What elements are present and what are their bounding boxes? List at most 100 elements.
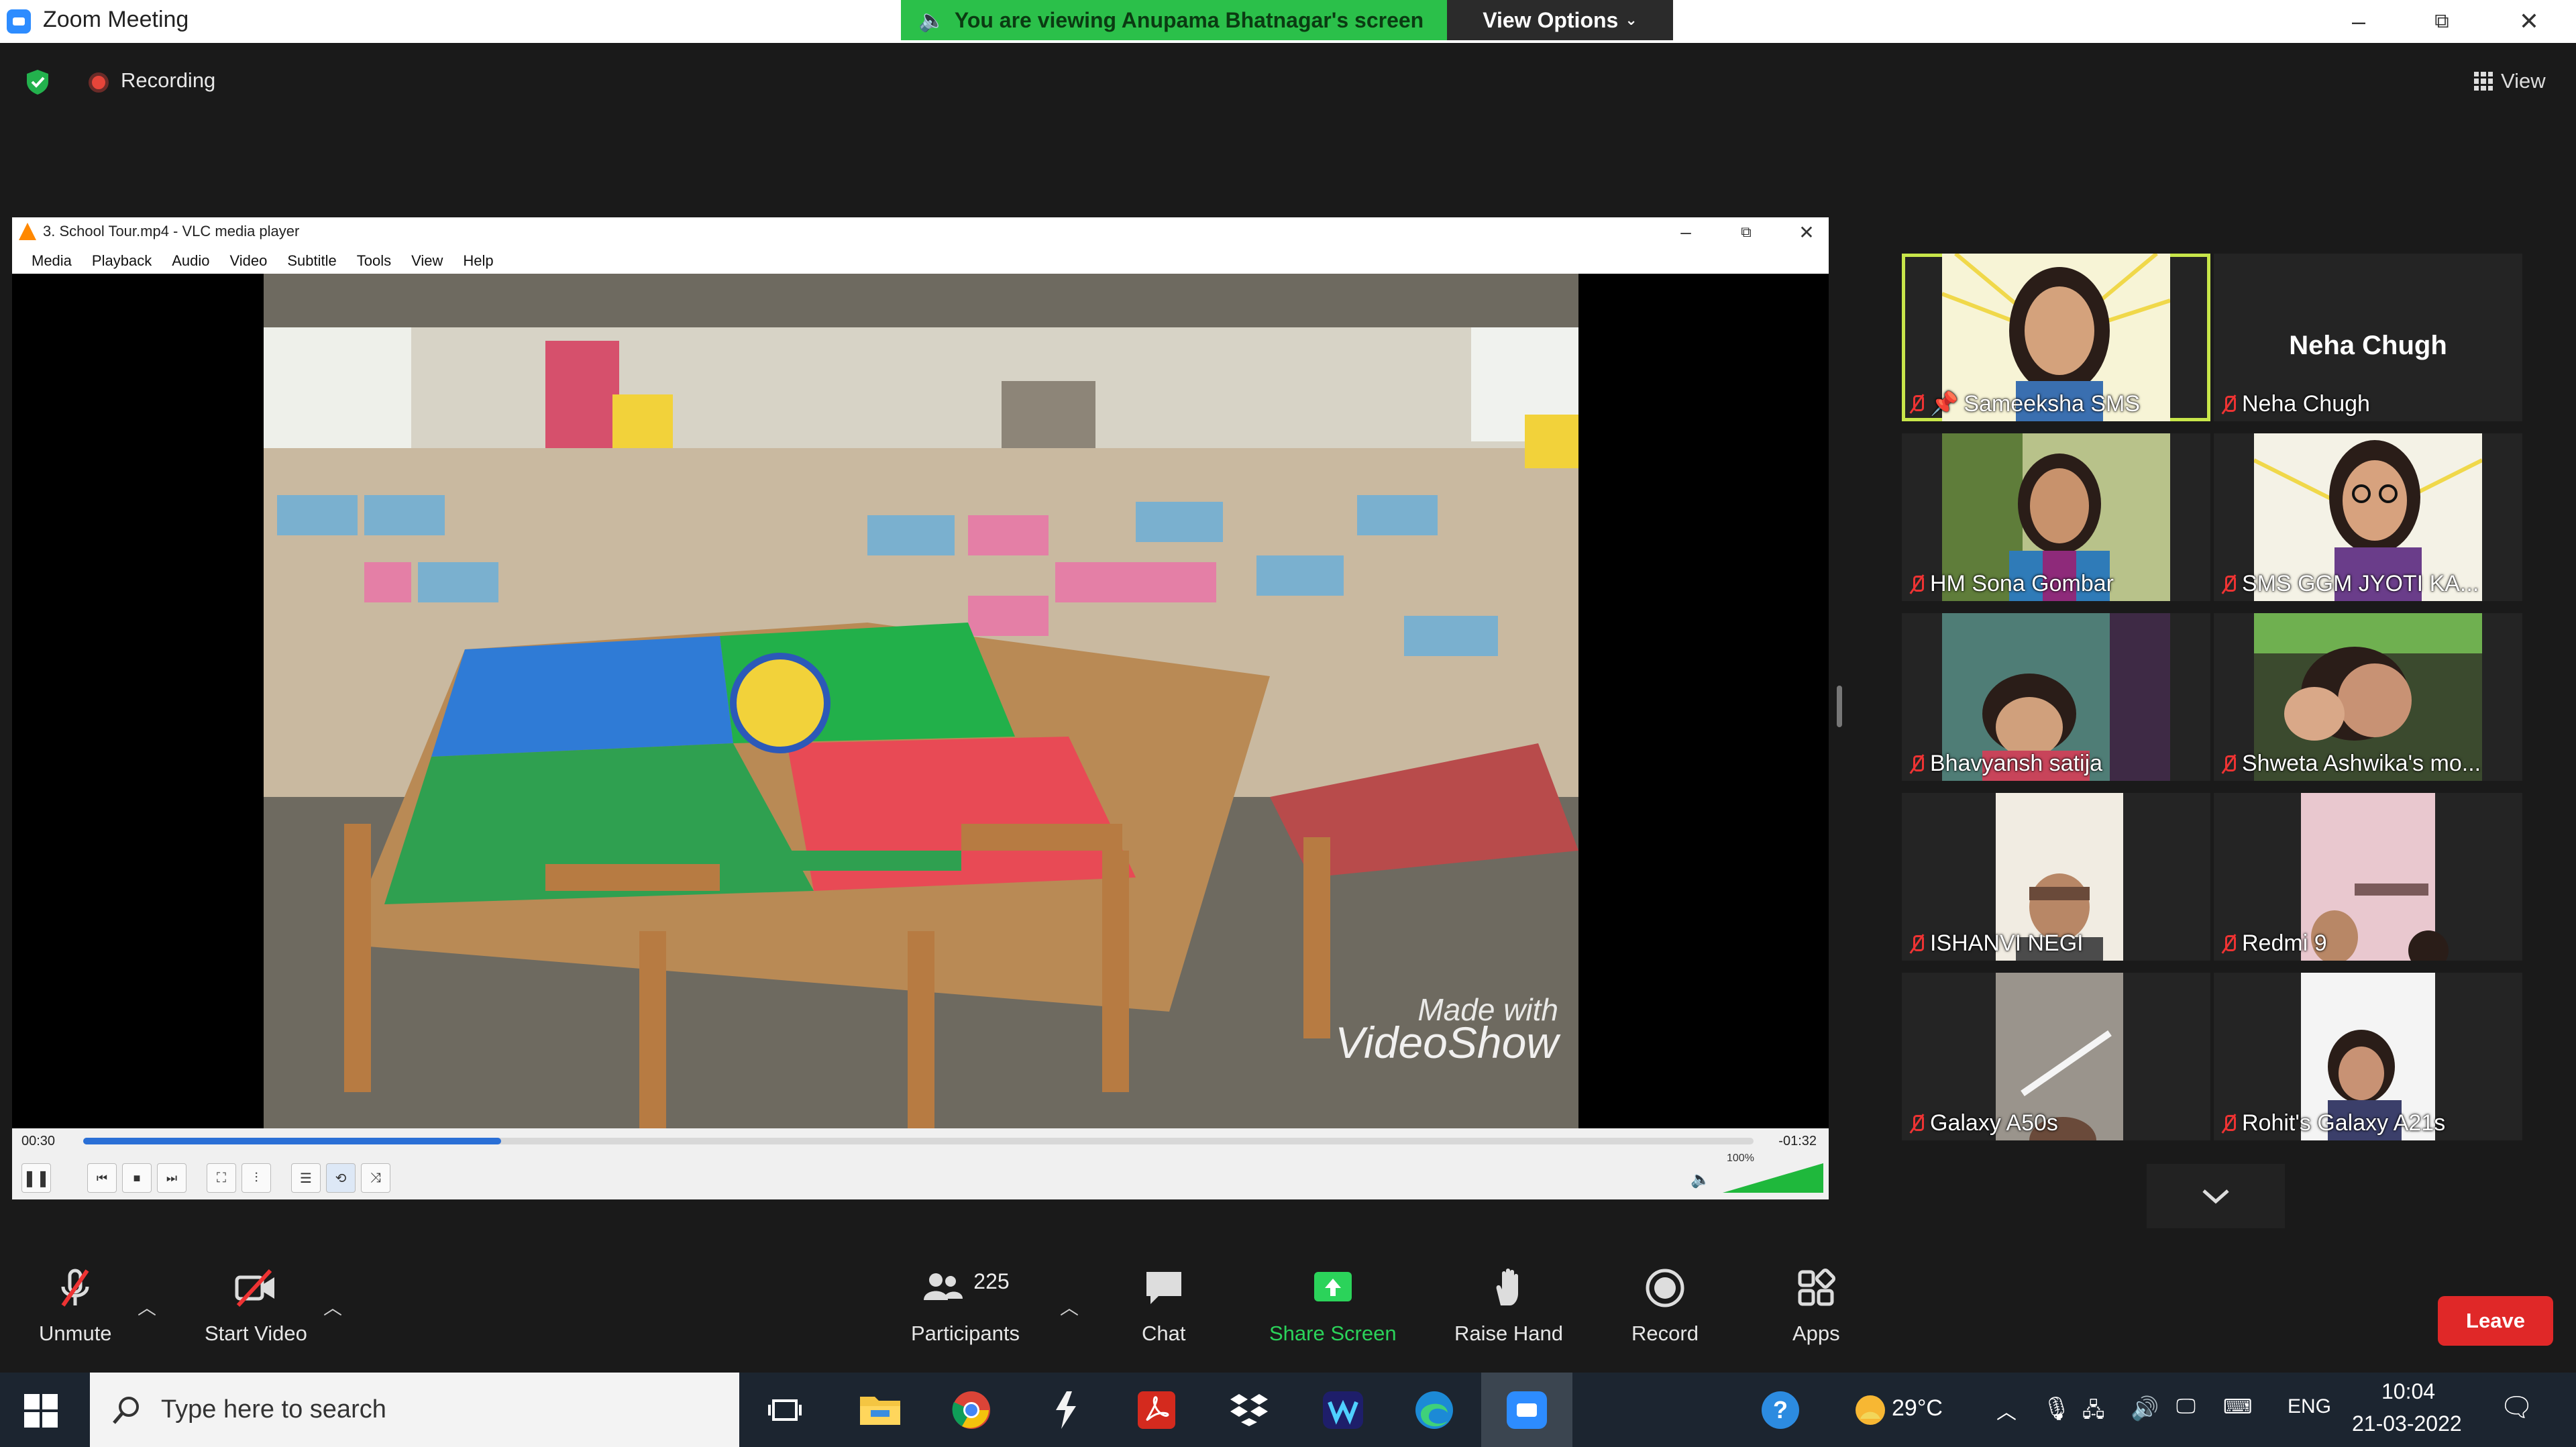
webex-icon[interactable] — [1322, 1391, 1364, 1429]
clock-date[interactable]: 21-03-2022 — [2352, 1411, 2462, 1436]
participant-tile-ishanvi[interactable]: ISHANVI NEGI — [1902, 793, 2210, 961]
edge-icon[interactable] — [1413, 1391, 1456, 1429]
vlc-menu-video[interactable]: Video — [219, 247, 277, 274]
chat-button[interactable]: Chat — [1142, 1267, 1185, 1346]
start-video-button[interactable]: Start Video — [205, 1267, 307, 1346]
language-indicator[interactable]: ENG — [2288, 1395, 2331, 1418]
participants-options-caret[interactable]: ︿ — [1060, 1293, 1079, 1320]
participant-name: Rohit's Galaxy A21s — [2220, 1110, 2445, 1136]
apps-button[interactable]: Apps — [1792, 1267, 1840, 1346]
network-icon[interactable]: 🖧 — [2082, 1395, 2104, 1430]
svg-text:?: ? — [1773, 1396, 1788, 1424]
participant-tile-bhavyansh[interactable]: Bhavyansh satija — [1902, 613, 2210, 781]
speaker-volume-icon[interactable]: 🔈 — [1690, 1170, 1711, 1189]
mic-muted-icon — [2220, 394, 2237, 415]
participant-name: Galaxy A50s — [1909, 1110, 2058, 1136]
close-button[interactable]: ✕ — [2496, 4, 2563, 39]
extended-settings-icon[interactable]: ⫶ — [241, 1163, 271, 1193]
participant-tile-sona[interactable]: HM Sona Gombar — [1902, 433, 2210, 601]
vlc-menu-audio[interactable]: Audio — [162, 247, 219, 274]
volume-slider[interactable] — [1723, 1163, 1823, 1193]
zoom-taskbar-icon — [1507, 1391, 1547, 1429]
time-remaining[interactable]: -01:32 — [1778, 1134, 1817, 1149]
recording-label[interactable]: Recording — [121, 68, 215, 93]
view-options-button[interactable]: View Options ⌄ — [1447, 0, 1673, 40]
weather-sun-icon[interactable] — [1849, 1391, 1892, 1429]
mic-muted-icon — [1909, 754, 1925, 774]
vlc-menu-view[interactable]: View — [401, 247, 453, 274]
acrobat-icon[interactable] — [1135, 1391, 1178, 1429]
participant-tile-sameeksha[interactable]: 📌 Sameeksha SMS — [1902, 254, 2210, 421]
participant-tile-rohit[interactable]: Rohit's Galaxy A21s — [2214, 973, 2522, 1140]
restore-button[interactable]: ⧉ — [2408, 4, 2475, 39]
taskbar-search[interactable]: Type here to search — [90, 1373, 739, 1447]
shuffle-icon[interactable]: ⤨ — [361, 1163, 390, 1193]
keyboard-icon[interactable]: ⌨ — [2223, 1395, 2252, 1419]
microphone-icon[interactable]: 🎙 — [2042, 1395, 2071, 1422]
leave-button[interactable]: Leave — [2438, 1296, 2553, 1346]
minimize-button[interactable]: – — [2325, 4, 2392, 39]
seek-bar[interactable] — [83, 1138, 1754, 1144]
classroom-scene — [264, 274, 1578, 1128]
notifications-icon[interactable]: 🗨 — [2500, 1391, 2534, 1423]
help-icon[interactable]: ? — [1759, 1391, 1802, 1429]
view-label: View — [2501, 69, 2546, 93]
pause-button[interactable]: ❚❚ — [21, 1163, 51, 1193]
participant-name: Neha Chugh — [2220, 391, 2370, 417]
participant-tile-shweta[interactable]: Shweta Ashwika's mo... — [2214, 613, 2522, 781]
unmute-button[interactable]: Unmute — [39, 1267, 112, 1346]
windows-start-icon[interactable] — [24, 1394, 58, 1428]
raise-hand-button[interactable]: Raise Hand — [1454, 1267, 1563, 1346]
record-icon — [1646, 1269, 1684, 1307]
participant-tile-redmi[interactable]: Redmi 9 — [2214, 793, 2522, 961]
mic-muted-icon — [1909, 394, 1925, 414]
vlc-restore-button[interactable]: ⧉ — [1716, 219, 1776, 246]
gallery-next-page-button[interactable] — [2147, 1164, 2285, 1228]
audio-options-caret[interactable]: ︿ — [138, 1293, 156, 1320]
tray-chevron-up-icon[interactable]: ︿ — [1996, 1395, 2017, 1425]
vlc-menu-media[interactable]: Media — [21, 247, 82, 274]
vlc-menu-subtitle[interactable]: Subtitle — [277, 247, 346, 274]
weather-temperature[interactable]: 29°C — [1892, 1395, 1943, 1422]
task-view-icon[interactable] — [763, 1391, 806, 1429]
file-explorer-icon[interactable] — [859, 1391, 902, 1429]
participants-button[interactable]: 225 Participants — [911, 1267, 1020, 1346]
dropbox-icon[interactable] — [1228, 1391, 1271, 1429]
share-screen-button[interactable]: Share Screen — [1269, 1267, 1397, 1346]
grid-icon — [2474, 72, 2493, 91]
vlc-menu-playback[interactable]: Playback — [82, 247, 162, 274]
view-button[interactable]: View — [2463, 64, 2557, 98]
participant-tile-jyoti[interactable]: SMS GGM JYOTI KA... — [2214, 433, 2522, 601]
participant-tile-galaxy-a50s[interactable]: Galaxy A50s — [1902, 973, 2210, 1140]
winamp-lightning-icon[interactable] — [1044, 1391, 1087, 1429]
next-icon[interactable]: ⏭ — [157, 1163, 186, 1193]
panel-resize-handle[interactable] — [1837, 686, 1842, 727]
video-options-caret[interactable]: ︿ — [323, 1293, 342, 1320]
unmute-label: Unmute — [39, 1322, 112, 1345]
clock-time[interactable]: 10:04 — [2381, 1379, 2435, 1404]
zoom-taskbar-item[interactable] — [1481, 1373, 1572, 1447]
participant-name: SMS GGM JYOTI KA... — [2220, 571, 2479, 597]
chrome-icon[interactable] — [950, 1391, 993, 1429]
shield-icon[interactable] — [24, 68, 51, 95]
mic-muted-icon — [2220, 934, 2237, 954]
vlc-video-area[interactable]: Made with VideoShow — [12, 274, 1829, 1128]
battery-display-icon[interactable]: 🖵 — [2176, 1395, 2196, 1418]
stop-icon[interactable]: ■ — [122, 1163, 152, 1193]
fullscreen-icon[interactable]: ⛶ — [207, 1163, 236, 1193]
share-screen-icon — [1313, 1272, 1352, 1301]
vlc-minimize-button[interactable]: – — [1656, 219, 1716, 246]
vlc-menu-tools[interactable]: Tools — [347, 247, 401, 274]
mic-muted-icon — [2220, 754, 2237, 774]
record-label: Record — [1631, 1322, 1699, 1345]
vlc-menu-bar: Media Playback Audio Video Subtitle Tool… — [12, 247, 1829, 274]
participants-count: 225 — [973, 1269, 1010, 1293]
vlc-menu-help[interactable]: Help — [453, 247, 503, 274]
previous-icon[interactable]: ⏮ — [87, 1163, 117, 1193]
participant-tile-neha[interactable]: Neha Chugh Neha Chugh — [2214, 254, 2522, 421]
playlist-icon[interactable]: ☰ — [291, 1163, 321, 1193]
volume-icon[interactable]: 🔊 — [2131, 1395, 2159, 1422]
record-button[interactable]: Record — [1631, 1267, 1699, 1346]
vlc-close-button[interactable]: ✕ — [1776, 219, 1837, 246]
loop-icon[interactable]: ⟲ — [326, 1163, 356, 1193]
